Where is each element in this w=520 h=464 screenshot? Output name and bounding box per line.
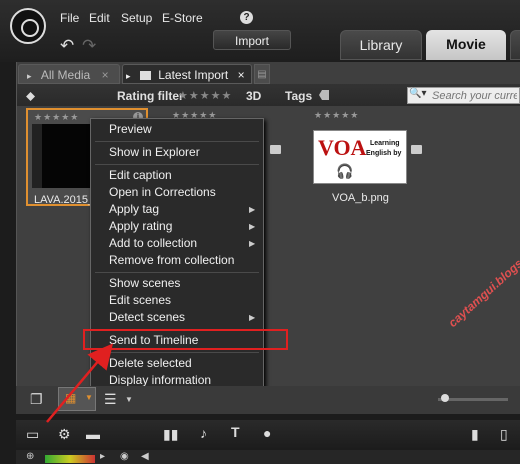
annotation-arrow [46, 343, 114, 423]
annotation-arrow-layer [46, 343, 114, 423]
